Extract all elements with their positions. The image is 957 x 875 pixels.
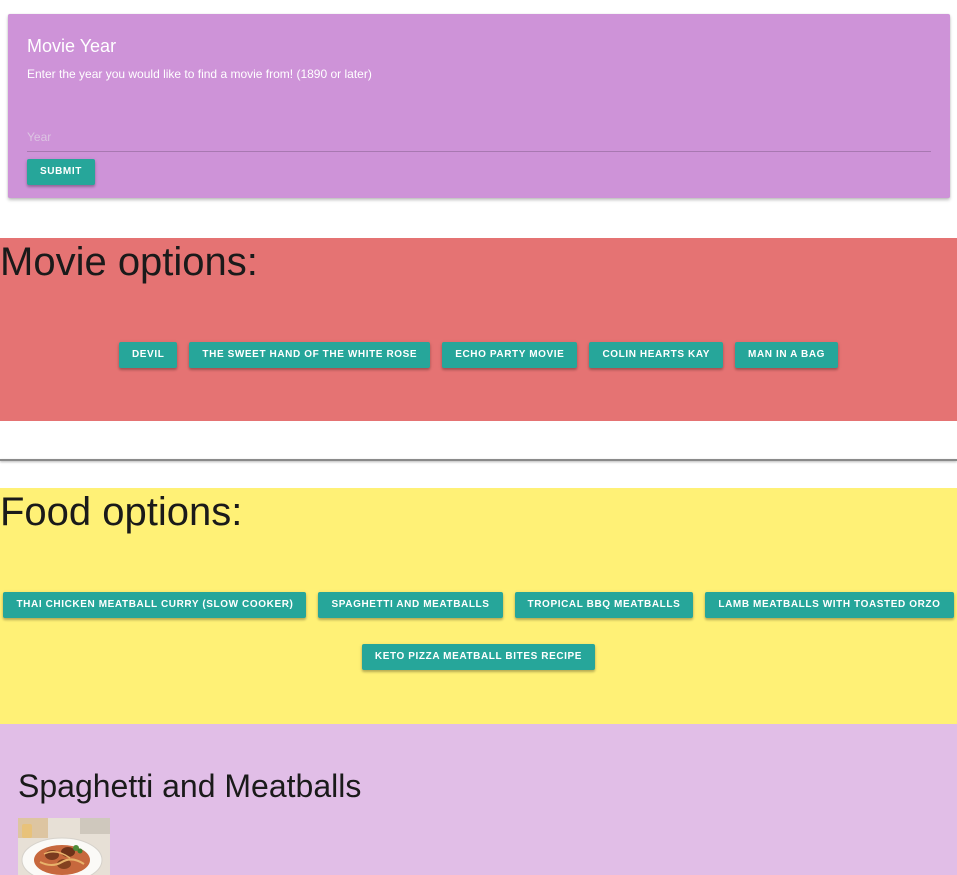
card-title: Movie Year: [27, 36, 117, 56]
recipe-title: Spaghetti and Meatballs: [18, 768, 362, 804]
recipe-detail-section: Spaghetti and Meatballs: [0, 724, 957, 875]
movie-options-heading: Movie options:: [0, 240, 258, 284]
year-field: [27, 124, 931, 152]
movie-option-button[interactable]: THE SWEET HAND OF THE WHITE ROSE: [189, 342, 431, 368]
food-option-button[interactable]: TROPICAL BBQ MEATBALLS: [514, 592, 694, 618]
movie-option-button[interactable]: COLIN HEARTS KAY: [589, 342, 724, 368]
movie-options-section: Movie options: DEVIL THE SWEET HAND OF T…: [0, 238, 957, 421]
movie-year-card: Movie Year Enter the year you would like…: [8, 14, 950, 198]
recipe-image: [18, 818, 110, 875]
food-option-button[interactable]: SPAGHETTI AND MEATBALLS: [318, 592, 503, 618]
food-options-heading: Food options:: [0, 490, 243, 534]
food-photo-icon: [18, 818, 110, 875]
food-option-button[interactable]: LAMB MEATBALLS WITH TOASTED ORZO: [705, 592, 954, 618]
year-input[interactable]: [27, 124, 931, 150]
food-options-section: Food options: THAI CHICKEN MEATBALL CURR…: [0, 488, 957, 724]
movie-option-button[interactable]: ECHO PARTY MOVIE: [442, 342, 578, 368]
food-options-row: THAI CHICKEN MEATBALL CURRY (SLOW COOKER…: [0, 592, 957, 618]
food-option-button[interactable]: KETO PIZZA MEATBALL BITES RECIPE: [361, 644, 596, 670]
movie-option-button[interactable]: DEVIL: [118, 342, 178, 368]
food-option-button[interactable]: THAI CHICKEN MEATBALL CURRY (SLOW COOKER…: [3, 592, 307, 618]
submit-button[interactable]: SUBMIT: [27, 159, 95, 185]
food-options-row: KETO PIZZA MEATBALL BITES RECIPE: [0, 644, 957, 670]
movie-options-row: DEVIL THE SWEET HAND OF THE WHITE ROSE E…: [0, 342, 957, 368]
section-divider: [0, 459, 957, 461]
movie-option-button[interactable]: MAN IN A BAG: [735, 342, 839, 368]
card-description: Enter the year you would like to find a …: [27, 67, 372, 81]
